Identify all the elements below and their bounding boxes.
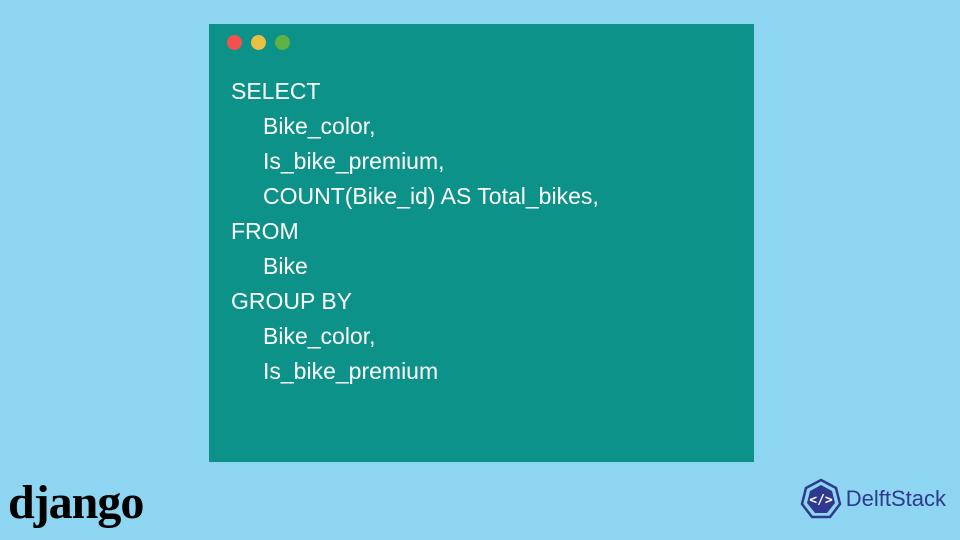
delftstack-logo: </> DelftStack [800,478,946,520]
code-line: COUNT(Bike_id) AS Total_bikes, [231,179,732,214]
code-line: FROM [231,214,732,249]
code-content: SELECT Bike_color, Is_bike_premium, COUN… [209,60,754,403]
code-window: SELECT Bike_color, Is_bike_premium, COUN… [209,24,754,462]
code-line: GROUP BY [231,284,732,319]
close-icon [227,35,242,50]
code-line: Bike [231,249,732,284]
code-line: Is_bike_premium, [231,144,732,179]
code-line: Bike_color, [231,319,732,354]
window-titlebar [209,24,754,60]
django-logo: django [8,475,143,530]
maximize-icon [275,35,290,50]
minimize-icon [251,35,266,50]
delftstack-label: DelftStack [846,486,946,512]
code-line: Is_bike_premium [231,354,732,389]
code-line: SELECT [231,74,732,109]
delftstack-icon: </> [800,478,842,520]
code-line: Bike_color, [231,109,732,144]
svg-text:</>: </> [809,493,833,508]
